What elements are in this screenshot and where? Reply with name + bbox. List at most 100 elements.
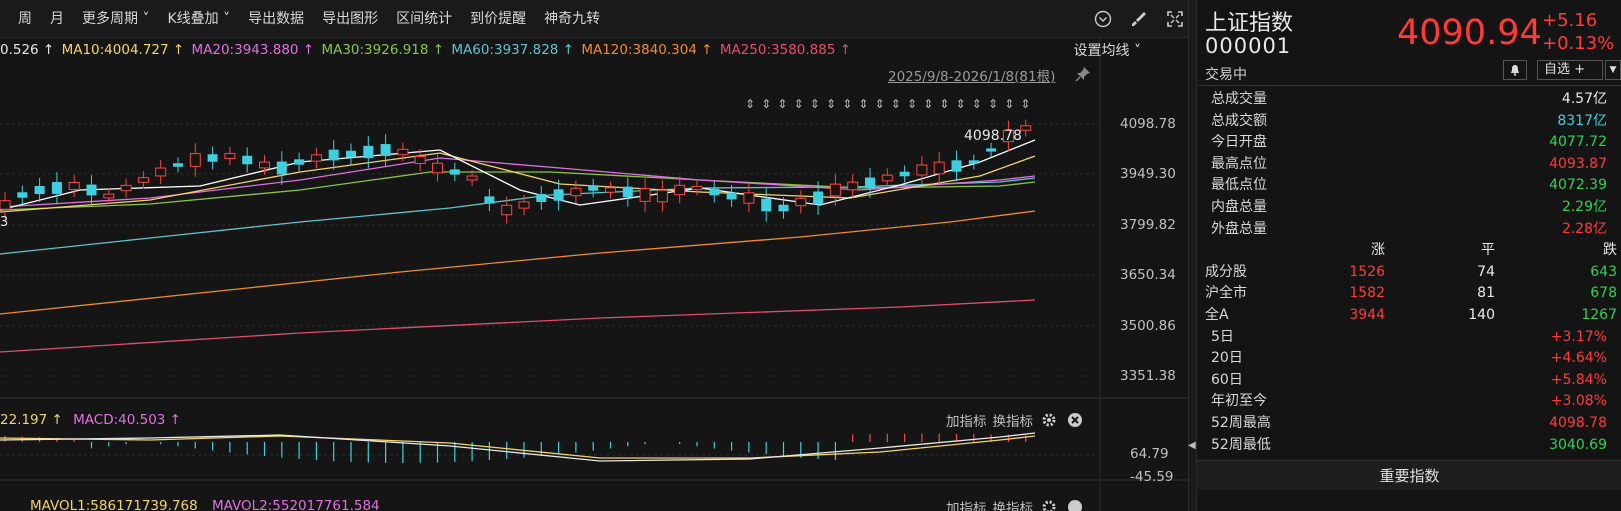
candle-body [656, 189, 668, 203]
add-indicator-button[interactable]: 加指标 [946, 497, 987, 511]
breadth-row: 沪全市 1582 81 678 [1205, 282, 1617, 304]
candle-body [432, 162, 443, 174]
candle-body [1020, 125, 1032, 131]
candle-body [709, 188, 720, 196]
candle-body [103, 193, 115, 199]
collapse-arrow-icon[interactable]: ◀ [1188, 440, 1196, 451]
quote-row: 最高点位 4093.87 [1211, 153, 1607, 175]
quote-row: 总成交额 8317亿 [1211, 110, 1607, 132]
fullscreen-icon[interactable] [1165, 9, 1185, 29]
macd-legend: 22.197 ↑ MACD:40.503 ↑ [0, 412, 181, 428]
add-watchlist-button[interactable]: 自选 + [1537, 60, 1603, 80]
export-data-button[interactable]: 导出数据 [239, 0, 313, 38]
kline-overlay-dropdown[interactable]: K线叠加 ˅ [158, 0, 239, 38]
candle-body [986, 148, 997, 152]
key-indices-button[interactable]: 重要指数 [1197, 460, 1621, 490]
quote-row-value: 4077.72 [1549, 134, 1607, 151]
breadth-label: 成分股 [1205, 263, 1247, 280]
candle-body [86, 184, 97, 196]
candle-body [588, 185, 599, 191]
bell-icon[interactable] [1503, 60, 1527, 80]
close-icon[interactable] [1065, 410, 1085, 430]
index-code: 000001 [1205, 34, 1292, 58]
quote-row-value: 4093.87 [1549, 155, 1607, 172]
candle-body [570, 187, 582, 197]
candle-body [778, 204, 789, 212]
signal-marker: ⇕ [745, 97, 755, 111]
switch-indicator-button[interactable]: 换指标 [993, 497, 1034, 511]
date-range-label[interactable]: 2025/9/8-2026/1/8(81根) [888, 65, 1055, 85]
gear-icon[interactable] [1039, 410, 1059, 430]
candle-body [68, 181, 80, 191]
panel-splitter[interactable] [1188, 0, 1196, 511]
breadth-header: 涨平跌 [1205, 239, 1617, 261]
price-alert-button[interactable]: 到价提醒 [461, 0, 535, 38]
ma-settings-button[interactable]: 设置均线 ˅ [1074, 40, 1141, 60]
ma5-value: 0.526 ↑ [0, 42, 55, 58]
performance-label: 年初至今 [1211, 393, 1267, 410]
close-icon[interactable] [1065, 497, 1085, 511]
up-count: 3944 [1349, 307, 1385, 323]
candle-body [795, 197, 807, 207]
macd-value: MACD:40.503 ↑ [73, 412, 181, 428]
signal-marker: ⇕ [826, 97, 836, 111]
macd-bottom-label: -45.59 [1130, 469, 1174, 485]
pin-icon[interactable] [1075, 66, 1091, 86]
performance-row: 20日 +4.64% [1211, 347, 1607, 369]
chart-toolbar: 周 月 更多周期 ˅ K线叠加 ˅ 导出数据 导出图形 区间统计 到价提醒 神奇… [0, 0, 1195, 38]
signal-marker: ⇕ [777, 97, 787, 111]
candle-body [553, 189, 564, 201]
candle-body [328, 149, 339, 161]
candle-body [397, 148, 409, 156]
candle-body [0, 200, 11, 210]
add-indicator-button[interactable]: 加指标 [946, 410, 987, 430]
magic-nine-button[interactable]: 神奇九转 [535, 0, 609, 38]
circle-chevron-down-icon[interactable] [1093, 9, 1113, 29]
signal-marker: ⇕ [891, 97, 901, 111]
quote-row: 今日开盘 4077.72 [1211, 131, 1607, 153]
price-change: +5.16 [1542, 10, 1598, 31]
candle-body [242, 155, 253, 165]
candle-body [951, 160, 962, 172]
macd-dea-value: 22.197 ↑ [0, 412, 63, 428]
ma30-value: MA30:3926.918 ↑ [321, 42, 445, 58]
gear-icon[interactable] [1039, 497, 1059, 511]
quote-row: 最低点位 4072.39 [1211, 174, 1607, 196]
quote-row: 内盘总量 2.29亿 [1211, 196, 1607, 218]
performance-value: +4.64% [1550, 350, 1607, 367]
candle-body [899, 171, 910, 177]
quote-row-value: 2.29亿 [1561, 199, 1607, 215]
quote-row: 外盘总量 2.28亿 [1211, 218, 1607, 240]
breadth-label: 沪全市 [1205, 285, 1247, 302]
ma120-line [0, 210, 1036, 315]
quote-row-label: 总成交量 [1211, 91, 1267, 107]
brush-icon[interactable] [1129, 9, 1149, 29]
quote-row-label: 最高点位 [1211, 155, 1267, 172]
candle-body [829, 183, 841, 197]
signal-marker: ⇕ [810, 97, 820, 111]
watchlist-dropdown[interactable]: ▼ [1605, 60, 1621, 80]
export-chart-button[interactable]: 导出图形 [313, 0, 387, 38]
performance-label: 60日 [1211, 371, 1243, 388]
kline-chart-area[interactable]: ⇕ ⇕ ⇕ ⇕ ⇕ ⇕ ⇕ ⇕ ⇕ ⇕ ⇕ ⇕ ⇕ ⇕ ⇕ ⇕ ⇕ ⇕ 周 月 更多周期 ˅ K线叠加 ˅ 导出数… [0, 0, 1195, 511]
performance-value: +3.17% [1550, 328, 1607, 345]
period-week-button[interactable]: 周 [0, 0, 41, 38]
quote-row-value: 8317亿 [1557, 112, 1607, 129]
candle-body [501, 204, 513, 216]
switch-indicator-button[interactable]: 换指标 [993, 410, 1034, 430]
y-axis-label: 3351.38 [1120, 368, 1176, 384]
more-periods-dropdown[interactable]: 更多周期 ˅ [73, 0, 158, 38]
quote-row: 总成交量 4.57亿 [1211, 88, 1607, 110]
candle-body [605, 187, 616, 193]
candle-body [968, 160, 979, 164]
signal-marker: ⇕ [794, 97, 804, 111]
range-stats-button[interactable]: 区间统计 [387, 0, 461, 38]
y-axis-label: 3949.30 [1120, 166, 1176, 182]
candle-body [380, 144, 391, 156]
signal-marker: ⇕ [1004, 97, 1014, 111]
candle-body [691, 185, 703, 191]
y-axis-label: 4098.78 [1120, 116, 1176, 132]
candle-body [449, 169, 460, 175]
down-count: 1267 [1581, 307, 1617, 323]
period-month-button[interactable]: 月 [41, 0, 73, 38]
